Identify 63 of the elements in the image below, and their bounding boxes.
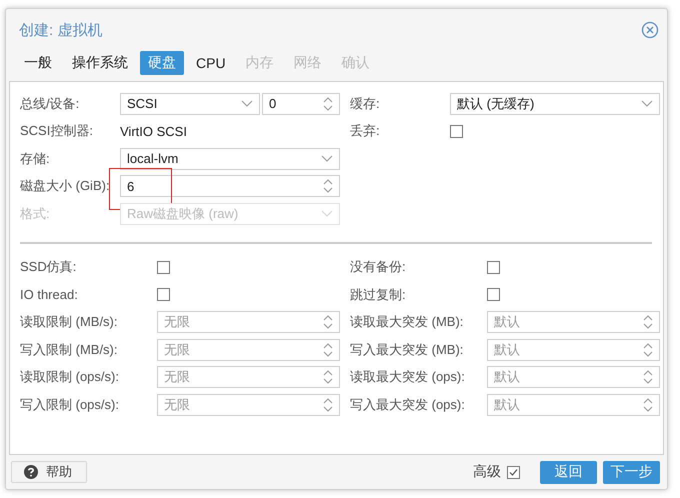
field-label: 读取限制 (ops/s): xyxy=(20,368,120,386)
checkbox[interactable] xyxy=(487,260,500,274)
checkbox[interactable] xyxy=(507,466,520,478)
chevron-down-icon[interactable] xyxy=(241,100,253,108)
checkbox[interactable] xyxy=(157,288,170,302)
field-label: 格式: xyxy=(20,204,51,223)
select-field[interactable]: local-lvm xyxy=(120,148,340,170)
chevron-down-icon[interactable] xyxy=(321,154,333,163)
checkbox[interactable] xyxy=(487,288,500,302)
close-icon[interactable] xyxy=(641,21,659,39)
field-label: 跳过复制: xyxy=(350,286,407,304)
spinner-icon[interactable] xyxy=(323,396,333,413)
number-field[interactable]: 默认 xyxy=(487,311,660,334)
spinner-icon[interactable] xyxy=(323,314,333,330)
help-button[interactable]: 帮助 xyxy=(11,461,87,483)
tab[interactable]: 一般 xyxy=(16,51,60,75)
advanced-label: 高级 xyxy=(473,463,501,481)
field-label: IO thread: xyxy=(20,287,79,302)
select-field[interactable]: 默认 (无缓存) xyxy=(450,92,660,115)
field-label: SCSI控制器: xyxy=(20,122,94,140)
spinner-icon[interactable] xyxy=(643,314,653,330)
help-icon xyxy=(24,465,38,479)
field-label: 没有备份: xyxy=(350,258,407,276)
spinner-icon[interactable] xyxy=(323,96,333,112)
nav-button[interactable]: 返回 xyxy=(540,460,597,484)
checkbox[interactable] xyxy=(450,124,463,138)
device-number-field[interactable]: 0 xyxy=(262,92,340,115)
number-field[interactable]: 无限 xyxy=(157,366,340,388)
number-field[interactable]: 默认 xyxy=(487,394,660,416)
chevron-down-icon[interactable] xyxy=(641,100,653,108)
bus-select[interactable]: SCSI xyxy=(120,92,260,115)
number-field[interactable]: 无限 xyxy=(157,394,340,416)
field-label: 读取限制 (MB/s): xyxy=(20,313,118,332)
field-label: 写入限制 (ops/s): xyxy=(20,396,120,414)
spinner-icon[interactable] xyxy=(323,369,333,386)
controller-value: VirtIO SCSI xyxy=(120,124,187,139)
tab[interactable]: 硬盘 xyxy=(140,51,184,75)
spinner-icon[interactable] xyxy=(323,342,333,358)
field-label: SSD仿真: xyxy=(20,258,78,276)
spinner-icon[interactable] xyxy=(323,178,333,194)
field-label: 缓存: xyxy=(350,94,381,113)
field-label: 写入最大突发 (ops): xyxy=(350,396,466,414)
field-label: 存储: xyxy=(20,150,51,168)
number-field[interactable]: 默认 xyxy=(487,338,660,361)
spinner-icon[interactable] xyxy=(643,396,653,413)
number-field[interactable]: 6 xyxy=(120,175,340,198)
number-field[interactable]: 默认 xyxy=(487,366,660,388)
field-label: 写入限制 (MB/s): xyxy=(20,340,118,359)
field-label: 写入最大突发 (MB): xyxy=(350,340,464,359)
number-field[interactable]: 无限 xyxy=(157,311,340,334)
field-label: 总线/设备: xyxy=(20,94,80,113)
spinner-icon[interactable] xyxy=(643,369,653,386)
nav-button[interactable]: 下一步 xyxy=(603,460,660,484)
field-label: 读取最大突发 (ops): xyxy=(350,368,466,386)
tab[interactable]: 操作系统 xyxy=(64,51,136,75)
tab[interactable]: CPU xyxy=(188,51,234,75)
field-label: 磁盘大小 (GiB): xyxy=(20,177,111,196)
checkbox[interactable] xyxy=(157,260,170,274)
number-field[interactable]: 无限 xyxy=(157,338,340,361)
field-label: 读取最大突发 (MB): xyxy=(350,313,464,332)
spinner-icon[interactable] xyxy=(643,342,653,358)
window-title: 创建: 虚拟机 xyxy=(19,20,102,40)
field-label: 丢弃: xyxy=(350,122,381,140)
